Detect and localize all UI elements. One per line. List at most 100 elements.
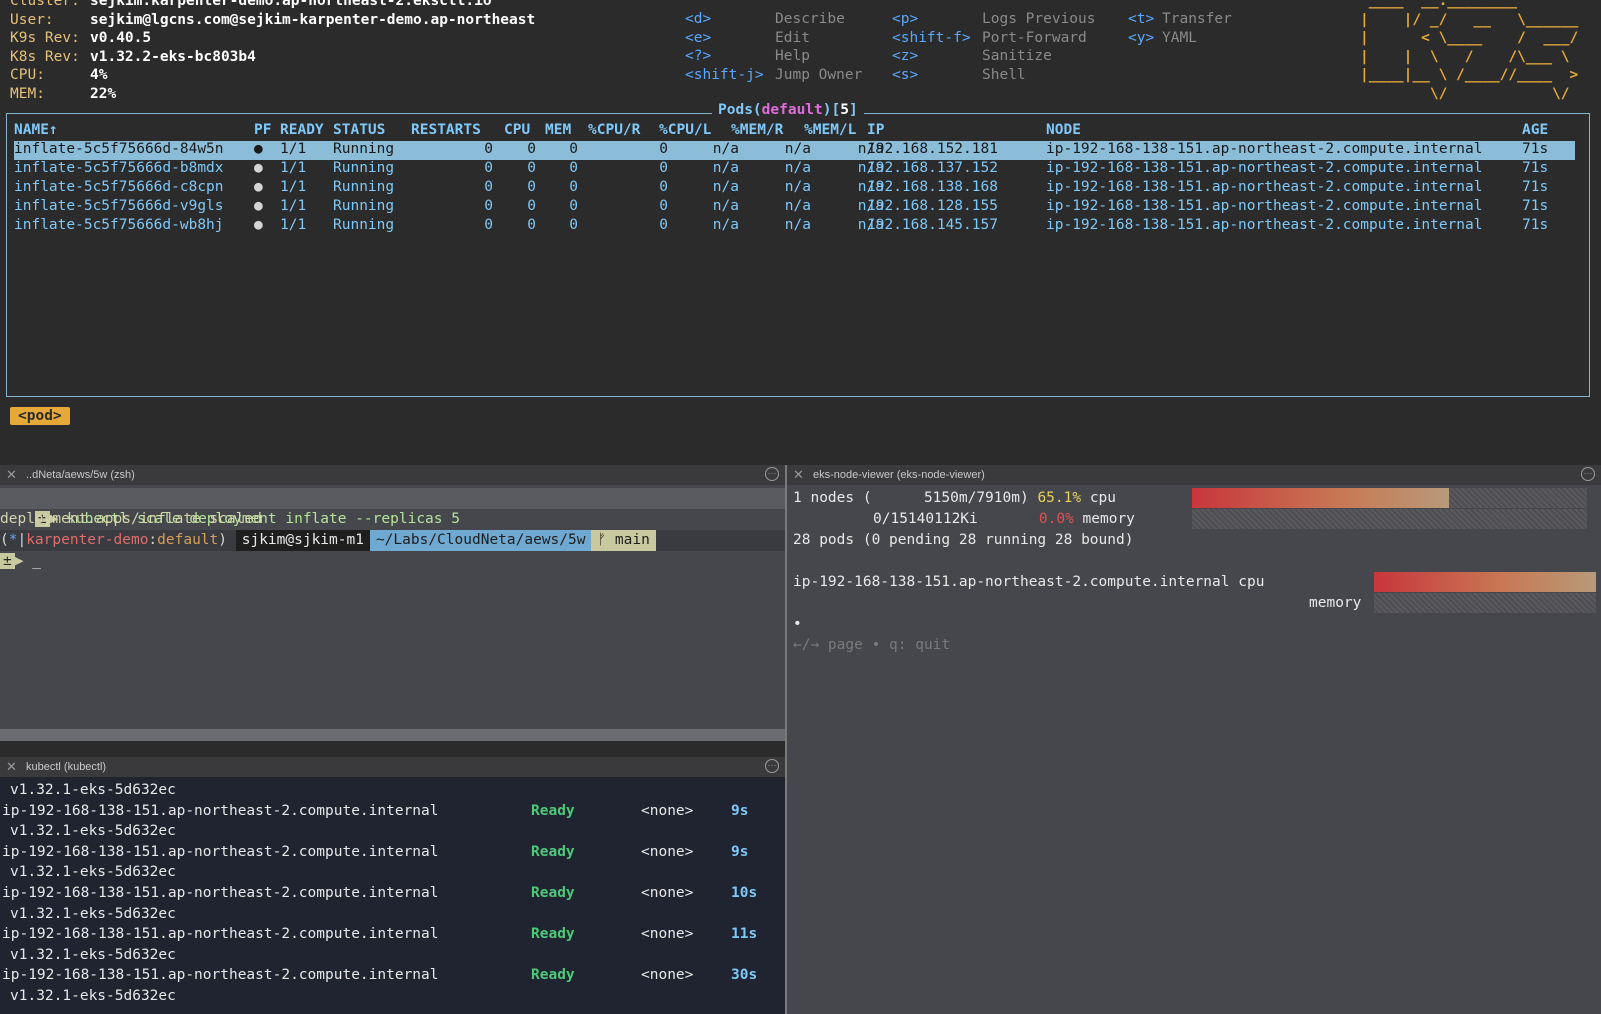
column-header[interactable]: AGE (1522, 122, 1548, 138)
node-status: Ready (531, 843, 575, 860)
shortcut-desc: Logs Previous (982, 11, 1096, 27)
cpu-percent: 65.1% (1037, 490, 1082, 506)
info-label: K9s Rev: (10, 30, 80, 47)
info-label: User: (10, 11, 54, 28)
cell-name: inflate-5c5f75666d-wb8hj (14, 217, 224, 233)
shortcut-desc: Jump Owner (775, 66, 863, 83)
info-label: Cluster: (10, 0, 80, 9)
cell-node: ip-192-168-138-151.ap-northeast-2.comput… (1046, 179, 1483, 195)
node-version: v1.32.1-eks-5d632ec (10, 905, 176, 922)
column-header[interactable]: %MEM/R (731, 122, 783, 138)
cell-cpul: n/a (712, 217, 739, 233)
column-header[interactable]: %CPU/L (659, 122, 711, 138)
table-row[interactable]: inflate-5c5f75666d-wb8hj ● 1/1 Running 0 0 0 0 n… (14, 217, 1575, 236)
node-memory-label: memory (1309, 595, 1362, 611)
cell-memr: n/a (784, 179, 811, 195)
cell-name: inflate-5c5f75666d-c8cpn (14, 179, 224, 195)
shortcut-desc: Edit (775, 29, 810, 46)
info-value: 4% (90, 67, 108, 84)
zsh-terminal[interactable]: ± ▶ kubectl scale deployment inflate --re… (0, 485, 785, 741)
cell-age: 71s (1522, 141, 1549, 157)
cell-mem: 0 (569, 198, 578, 214)
node-version: v1.32.1-eks-5d632ec (10, 946, 176, 963)
info-label: MEM: (10, 86, 45, 102)
node-version: v1.32.1-eks-5d632ec (10, 782, 176, 798)
shell-prompt: (*|karpenter-demo:default) sjkim@sjkim-m… (0, 530, 785, 551)
node-cpu-row: ip-192-168-138-151.ap-northeast-2.comput… (793, 574, 1265, 590)
cell-status: Running (333, 217, 395, 233)
column-header[interactable]: PF (254, 122, 271, 138)
cell-mem: 0 (569, 160, 578, 176)
column-header[interactable]: MEM (545, 122, 571, 138)
node-roles: <none> (641, 926, 694, 943)
cell-pf: ● (254, 160, 263, 176)
cursor: _ (32, 553, 41, 569)
shortcut-key: <z> (892, 48, 919, 65)
cell-ip: 192.168.138.168 (867, 179, 998, 195)
input-line[interactable]: ± ▶ _ (0, 551, 41, 572)
table-row[interactable]: inflate-5c5f75666d-b8mdx ● 1/1 Running 0 0 0 0 n… (14, 160, 1575, 179)
column-header[interactable]: READY (280, 122, 324, 138)
column-header[interactable]: RESTARTS (411, 122, 481, 138)
more-options-icon[interactable]: ··· (1581, 467, 1595, 481)
node-roles: <none> (641, 967, 694, 984)
cell-cpul: n/a (712, 179, 739, 195)
node-age: 10s (731, 885, 758, 901)
cluster-cpu-summary: 1 nodes ( 5150m/7910m) 65.1% cpu (793, 490, 1117, 506)
logo-line: \/ \/ (1360, 86, 1579, 102)
cell-name: inflate-5c5f75666d-v9gls (14, 198, 224, 214)
cell-cpur: 0 (659, 160, 668, 176)
pods-title-count: 5 (840, 102, 849, 118)
table-row[interactable]: inflate-5c5f75666d-v9gls ● 1/1 Running 0 0 0 0 n… (14, 198, 1575, 217)
info-label: CPU: (10, 67, 45, 84)
cell-cpur: 0 (659, 198, 668, 214)
zsh-pane-titlebar: ✕ ..dNeta/aews/5w (zsh) ··· (0, 465, 785, 485)
column-header[interactable]: IP (867, 122, 884, 138)
pods-table-title: Pods(default)[5] (712, 102, 864, 118)
breadcrumb-pod[interactable]: <pod> (10, 407, 70, 425)
cell-ready: 1/1 (280, 217, 307, 233)
column-header[interactable]: CPU (504, 122, 530, 138)
info-label: K8s Rev: (10, 48, 80, 65)
column-header[interactable]: %MEM/L (804, 122, 856, 138)
cell-node: ip-192-168-138-151.ap-northeast-2.comput… (1046, 141, 1483, 157)
cell-restarts: 0 (484, 160, 493, 176)
column-header[interactable]: NODE (1046, 122, 1081, 138)
k9s-window: Cluster: sejkim.karpenter-demo.ap-northea… (0, 0, 1601, 445)
column-header[interactable]: STATUS (333, 122, 385, 138)
cell-pf: ● (254, 217, 263, 233)
shortcut-desc: YAML (1162, 29, 1197, 46)
pods-summary: 28 pods (0 pending 28 running 28 bound) (793, 532, 1134, 548)
node-status: Ready (531, 926, 575, 943)
cell-restarts: 0 (484, 141, 493, 157)
table-row[interactable]: inflate-5c5f75666d-c8cpn ● 1/1 Running 0 0 0 0 n… (14, 179, 1575, 198)
prompt-user: sjkim@sjkim-m1 (235, 530, 370, 551)
node-roles: <none> (641, 843, 694, 860)
cell-cpul: n/a (712, 141, 739, 157)
cell-age: 71s (1522, 198, 1549, 214)
more-options-icon[interactable]: ··· (765, 467, 779, 481)
horizontal-scrollbar[interactable] (0, 729, 785, 741)
logo-line: |____|__ \ /____//____ > (1360, 67, 1579, 84)
table-row[interactable]: inflate-5c5f75666d-84w5n ● 1/1 Running 0 0 0 0 n… (14, 141, 1575, 160)
node-memory-bar (1374, 593, 1596, 613)
close-icon[interactable]: ✕ (6, 759, 17, 775)
more-options-icon[interactable]: ··· (765, 759, 779, 773)
logo-line: | < \____ / ___/ (1360, 30, 1579, 47)
kubectl-watch-output: v1.32.1-eks-5d632ec ip-192-168-138-151.ap… (0, 777, 785, 1014)
close-icon[interactable]: ✕ (6, 467, 17, 483)
info-value: v1.32.2-eks-bc803b4 (90, 48, 256, 65)
command-line: ± ▶ kubectl scale deployment inflate --re… (0, 488, 785, 527)
column-header[interactable]: NAME↑ (14, 122, 58, 138)
cell-name: inflate-5c5f75666d-b8mdx (14, 160, 224, 176)
prompt-path: ~/Labs/CloudNeta/aews/5w (369, 530, 592, 551)
cell-cpu: 0 (527, 179, 536, 195)
column-header[interactable]: %CPU/R (588, 122, 640, 138)
node-roles: <none> (641, 802, 694, 819)
cell-cpu: 0 (527, 198, 536, 214)
node-name: ip-192-168-138-151.ap-northeast-2.comput… (2, 843, 439, 860)
logo-line: | |/ _/ __ \______ (1360, 11, 1579, 28)
shortcut-key: <p> (892, 11, 919, 27)
node-version: v1.32.1-eks-5d632ec (10, 988, 176, 1004)
close-icon[interactable]: ✕ (793, 467, 804, 483)
